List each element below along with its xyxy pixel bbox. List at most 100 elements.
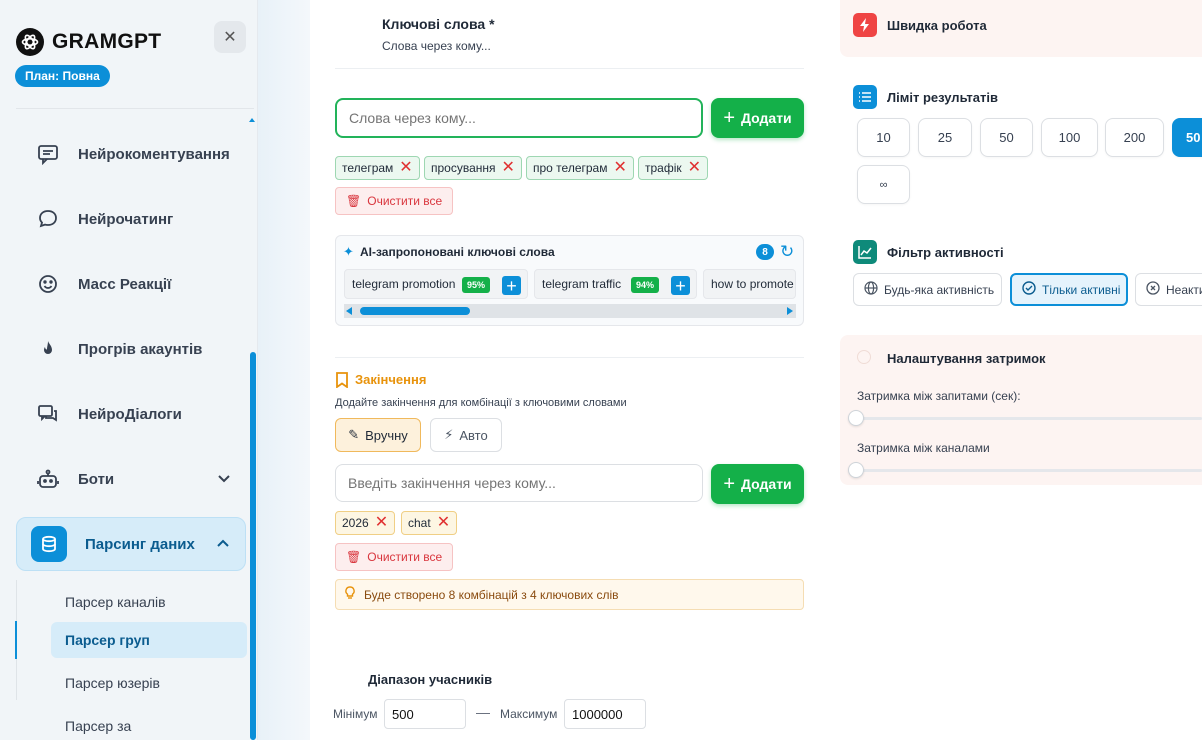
delay-channel-label: Затримка між каналами xyxy=(857,441,990,455)
delay-title: Налаштування затримок xyxy=(887,351,1046,366)
dialogs-icon xyxy=(36,402,60,426)
keyword-tag-text: просування xyxy=(431,161,496,175)
activity-inactive-label: Неакти xyxy=(1166,282,1202,297)
keyword-tag: про телеграм ✕ xyxy=(526,156,634,180)
mode-auto-button[interactable]: ⚡ Авто xyxy=(430,418,502,452)
keyword-tag-text: про телеграм xyxy=(533,161,608,175)
clear-keywords-button[interactable]: 🗑 Очистити все xyxy=(335,187,454,215)
nav-item-neurodialogs[interactable]: НейроДіалоги xyxy=(16,387,246,441)
ai-suggestion-chip[interactable]: how to promote i xyxy=(703,269,796,299)
range-title: Діапазон учасників xyxy=(368,672,493,687)
limit-option[interactable]: 50 xyxy=(980,118,1033,157)
openai-logo-icon xyxy=(16,28,44,56)
endings-input[interactable] xyxy=(335,464,703,502)
scroll-left-arrow[interactable] xyxy=(346,307,352,315)
ai-suggestion-text: telegram promotion xyxy=(352,277,456,291)
nav-label: Нейрокоментування xyxy=(78,145,230,163)
remove-tag-icon[interactable]: ✕ xyxy=(688,160,701,176)
suggestions-scrollbar[interactable] xyxy=(344,304,796,318)
delay-request-slider-knob[interactable] xyxy=(848,410,864,426)
ai-suggestion-text: telegram traffic xyxy=(542,277,622,291)
x-circle-icon xyxy=(1146,281,1160,298)
clear-endings-button[interactable]: 🗑 Очистити все xyxy=(335,543,454,571)
sparkle-icon: ✦ xyxy=(343,244,354,259)
nav-item-data-parsing[interactable]: Парсинг даних xyxy=(16,517,246,571)
limit-option[interactable]: 200 xyxy=(1105,118,1164,157)
add-suggestion-button[interactable]: + xyxy=(502,276,521,295)
nav-item-account-warmup[interactable]: Прогрів акаунтів xyxy=(16,322,246,376)
subnav-user-parser[interactable]: Парсер юзерів xyxy=(51,665,247,701)
limit-option-selected[interactable]: 50 xyxy=(1172,118,1202,157)
range-dash xyxy=(476,713,490,714)
remove-tag-icon[interactable]: ✕ xyxy=(399,160,412,176)
sidebar-divider xyxy=(16,108,254,109)
endings-subtitle: Додайте закінчення для комбінації з ключ… xyxy=(335,397,627,409)
add-suggestion-button[interactable]: + xyxy=(671,276,690,295)
main-panel: Ключові слова * Слова через кому... + До… xyxy=(310,0,840,740)
settings-panel: Швидка робота Ліміт результатів 10 25 50… xyxy=(840,0,1202,740)
refresh-icon[interactable]: ↻ xyxy=(780,242,794,262)
nav-item-mass-reactions[interactable]: Масс Реакції xyxy=(16,257,246,311)
trash-icon: 🗑 xyxy=(346,194,362,208)
max-label: Максимум xyxy=(500,707,558,721)
logo[interactable]: GRAMGPT xyxy=(16,28,161,56)
delay-request-label: Затримка між запитами (сек): xyxy=(857,389,1021,403)
ai-suggestion-chip[interactable]: telegram traffic 94% + xyxy=(534,269,697,299)
limit-option[interactable]: 10 xyxy=(857,118,910,157)
nav-item-neurocommenting[interactable]: Нейрокоментування xyxy=(16,127,246,181)
max-input[interactable]: 1000000 xyxy=(564,699,646,729)
limit-option[interactable]: 25 xyxy=(918,118,972,157)
scroll-up-arrow[interactable] xyxy=(249,118,255,122)
keyword-tag: просування ✕ xyxy=(424,156,522,180)
add-keywords-button[interactable]: + Додати xyxy=(711,98,804,138)
trash-icon: 🗑 xyxy=(346,550,362,564)
nav-label: Боти xyxy=(78,470,115,488)
limit-option-unlimited[interactable]: ∞ xyxy=(857,165,910,204)
mode-auto-label: Авто xyxy=(459,427,488,443)
scroll-right-arrow[interactable] xyxy=(787,307,793,315)
close-sidebar-button[interactable]: ✕ xyxy=(214,21,246,53)
subnav-message-parser[interactable]: Парсер за повідомленнями xyxy=(51,706,247,740)
mode-manual-button[interactable]: ✎ Вручну xyxy=(335,418,421,452)
remove-tag-icon[interactable]: ✕ xyxy=(502,160,515,176)
limit-option[interactable]: 100 xyxy=(1041,118,1098,157)
nav-label: Прогрів акаунтів xyxy=(78,340,203,358)
subnav-channel-parser[interactable]: Парсер каналів xyxy=(51,584,247,620)
delay-request-slider[interactable] xyxy=(856,417,1202,420)
ending-tag-text: chat xyxy=(408,516,431,530)
ai-count-badge: 8 xyxy=(756,244,774,260)
sidebar-scrollbar[interactable] xyxy=(250,352,256,740)
chat-bubble-icon xyxy=(36,207,60,231)
quick-work-card[interactable]: Швидка робота xyxy=(840,0,1202,57)
activity-active-button[interactable]: Тільки активні xyxy=(1010,273,1128,306)
divider xyxy=(335,357,804,358)
submenu-active-indicator xyxy=(15,621,17,659)
comment-lines-icon xyxy=(36,142,60,166)
ending-tag: chat ✕ xyxy=(401,511,458,535)
remove-tag-icon[interactable]: ✕ xyxy=(375,515,388,531)
scrollbar-thumb[interactable] xyxy=(360,307,470,315)
ai-suggestion-chip[interactable]: telegram promotion 95% + xyxy=(344,269,528,299)
delay-channel-slider[interactable] xyxy=(856,469,1202,472)
keywords-subtitle: Слова через кому... xyxy=(382,39,491,53)
keywords-input[interactable] xyxy=(335,98,703,138)
logo-text: GRAMGPT xyxy=(52,30,162,53)
min-input[interactable]: 500 xyxy=(384,699,466,729)
remove-tag-icon[interactable]: ✕ xyxy=(437,515,450,531)
nav-label: Парсинг даних xyxy=(85,535,195,553)
mode-manual-label: Вручну xyxy=(365,427,408,443)
nav-item-bots[interactable]: Боти xyxy=(16,452,246,506)
remove-tag-icon[interactable]: ✕ xyxy=(613,160,626,176)
nav-item-neurochatting[interactable]: Нейрочатинг xyxy=(16,192,246,246)
activity-inactive-button[interactable]: Неакти xyxy=(1135,273,1202,306)
activity-any-button[interactable]: Будь-яка активність xyxy=(853,273,1002,306)
nav-label: Нейрочатинг xyxy=(78,210,174,228)
flame-icon xyxy=(36,337,60,361)
delay-channel-slider-knob[interactable] xyxy=(848,462,864,478)
add-endings-button[interactable]: + Додати xyxy=(711,464,804,504)
subnav-group-parser[interactable]: Парсер груп xyxy=(51,622,247,658)
robot-icon xyxy=(36,467,60,491)
lightbulb-icon xyxy=(344,586,356,603)
min-label: Мінімум xyxy=(333,707,378,721)
ai-suggestion-text: how to promote i xyxy=(711,277,796,291)
